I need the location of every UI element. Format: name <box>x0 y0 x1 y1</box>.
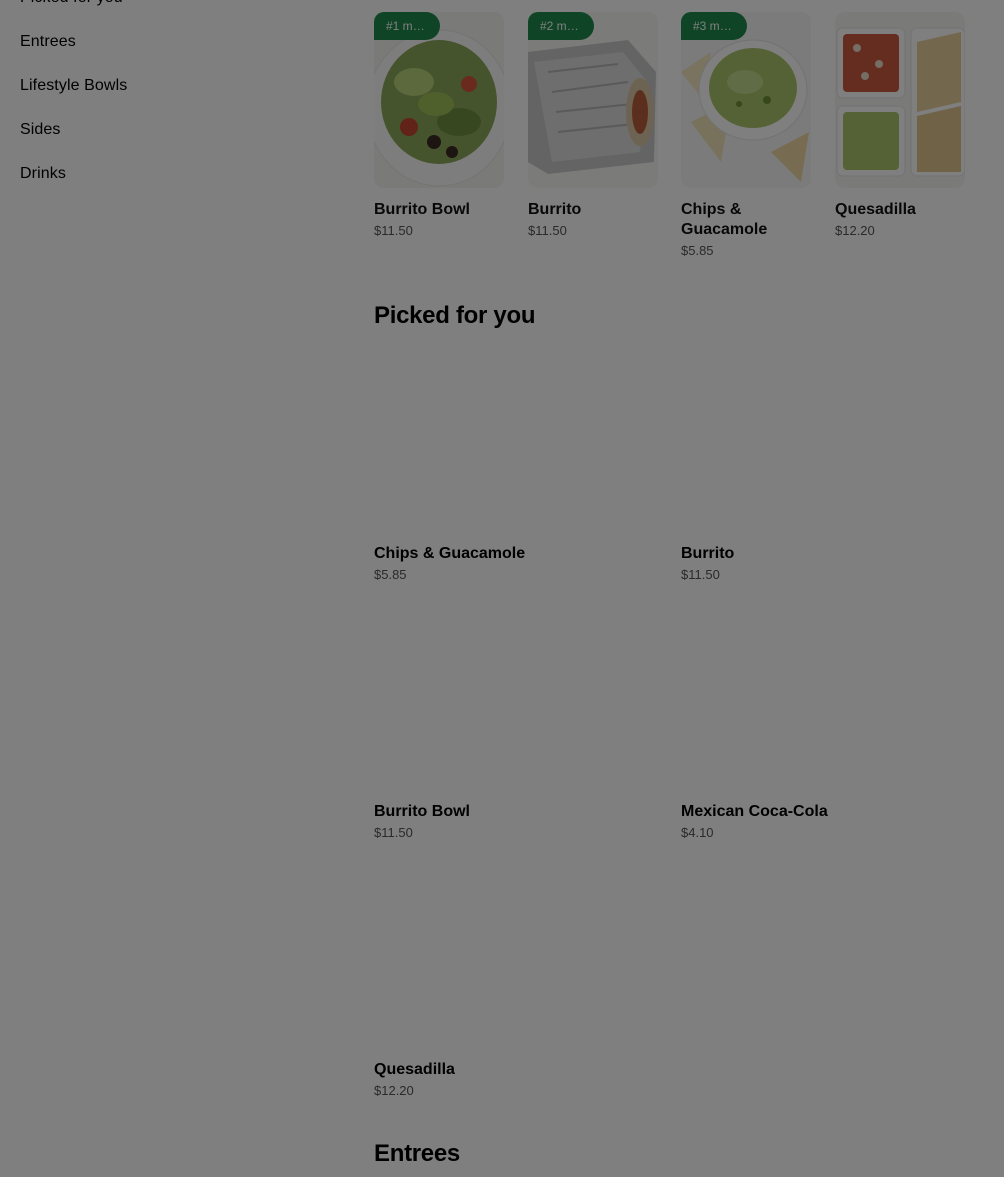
restaurant-menu-page: Picked for you Entrees Lifestyle Bowls S… <box>0 0 1004 1177</box>
modal-backdrop-overlay[interactable] <box>0 0 1004 1177</box>
